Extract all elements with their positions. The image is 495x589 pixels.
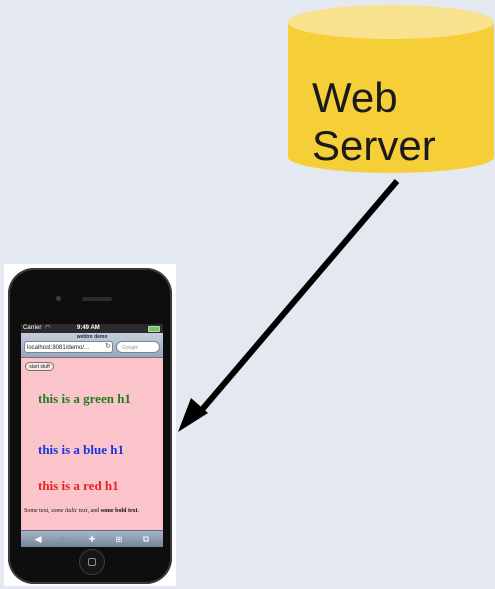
iphone-device: Carrier ◠ 9:49 AM webtre demo localhost:… xyxy=(4,264,176,586)
body-text-italic: some italic text xyxy=(51,508,88,514)
wifi-icon: ◠ xyxy=(45,325,51,331)
web-server-cylinder-top xyxy=(288,5,494,39)
status-bar: Carrier ◠ 9:49 AM xyxy=(21,324,163,333)
url-field[interactable]: localhost:8081/demo/... xyxy=(24,341,113,353)
battery-icon xyxy=(148,326,160,332)
tabs-icon[interactable]: ⧉ xyxy=(139,531,153,547)
back-icon[interactable]: ◀ xyxy=(31,531,45,547)
bookmarks-icon[interactable]: ⊞ xyxy=(112,531,126,547)
forward-icon[interactable]: ▶ xyxy=(58,531,72,547)
status-time: 9:49 AM xyxy=(77,325,100,331)
home-square-icon xyxy=(88,558,96,566)
body-text-end: . xyxy=(137,508,140,514)
body-text-plain: Some text, xyxy=(24,508,52,514)
blue-heading: this is a blue h1 xyxy=(38,442,124,457)
speaker-grille xyxy=(82,297,112,301)
search-field[interactable]: Google xyxy=(116,341,160,353)
iphone-body: Carrier ◠ 9:49 AM webtre demo localhost:… xyxy=(8,268,172,584)
reload-icon[interactable]: ↻ xyxy=(105,341,111,353)
web-server-label: Web Server xyxy=(312,74,436,170)
arrow-head xyxy=(178,398,208,432)
arrow-line xyxy=(197,179,400,414)
browser-bar: webtre demo localhost:8081/demo/... ↻ Go… xyxy=(21,333,163,358)
browser-title: webtre demo xyxy=(76,334,108,340)
camera-icon xyxy=(56,296,61,301)
carrier-label: Carrier xyxy=(23,325,42,331)
green-heading: this is a green h1 xyxy=(38,391,131,406)
red-heading: this is a red h1 xyxy=(38,478,119,493)
add-icon[interactable]: + xyxy=(85,531,99,547)
body-text: Some text, some italic text, and some bo… xyxy=(24,508,162,515)
iphone-screen: Carrier ◠ 9:49 AM webtre demo localhost:… xyxy=(21,324,163,547)
home-button[interactable] xyxy=(79,549,105,575)
web-server-label-line1: Web xyxy=(312,74,398,121)
start-stuff-button[interactable]: start stuff xyxy=(25,362,54,371)
web-server-label-line2: Server xyxy=(312,122,436,169)
body-text-bold: some bold text xyxy=(100,508,138,514)
body-text-mid: , and xyxy=(87,508,101,514)
browser-toolbar: ◀ ▶ + ⊞ ⧉ xyxy=(21,530,163,547)
